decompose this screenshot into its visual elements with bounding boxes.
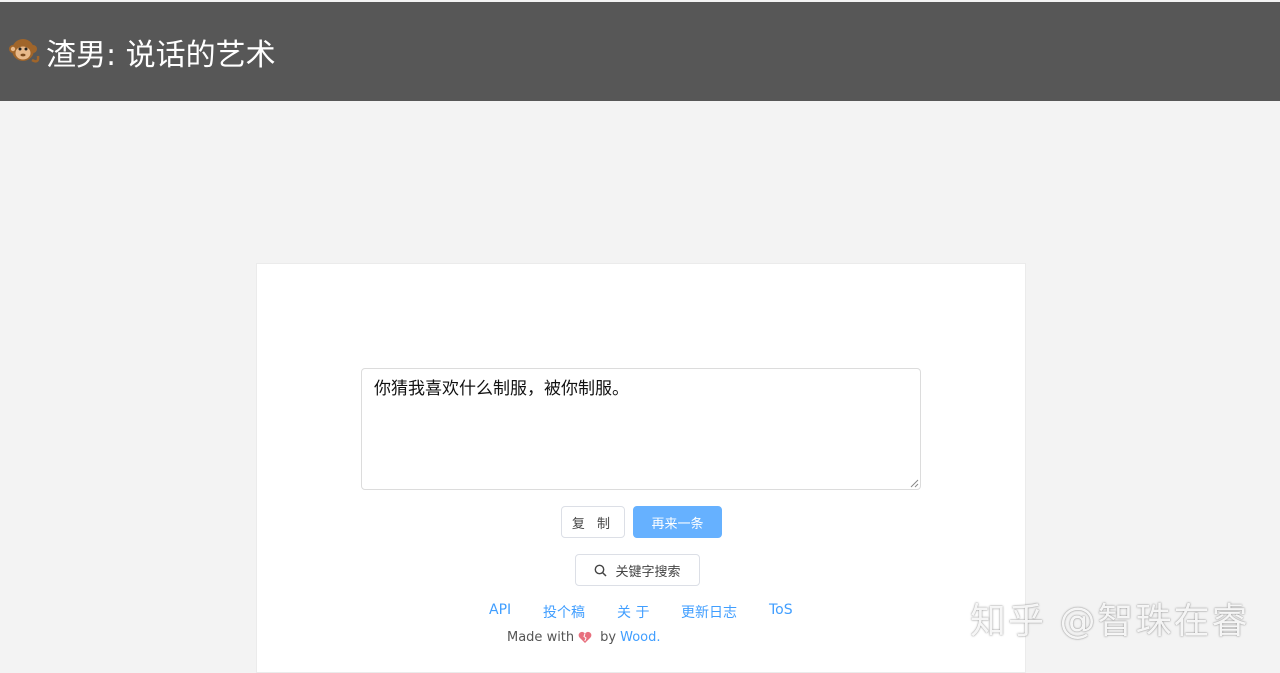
author-link[interactable]: Wood. xyxy=(620,630,660,645)
app-header: 渣男: 说话的艺术 xyxy=(0,2,1280,101)
link-submit[interactable]: 投个稿 xyxy=(543,602,585,622)
footer-links: API 投个稿 关 于 更新日志 ToS xyxy=(257,602,1027,622)
link-about[interactable]: 关 于 xyxy=(617,602,649,622)
link-tos[interactable]: ToS xyxy=(769,602,793,618)
search-icon xyxy=(595,564,608,577)
watermark: 知乎 @智珠在睿 xyxy=(970,601,1250,642)
link-changelog[interactable]: 更新日志 xyxy=(681,602,737,622)
keyword-search-button[interactable]: 关键字搜索 xyxy=(575,554,700,586)
made-with-label: Made with xyxy=(507,630,575,645)
broken-heart-icon xyxy=(578,631,592,643)
copy-button-label: 复 制 xyxy=(571,516,615,532)
quote-textarea[interactable]: 你猜我喜欢什么制服，被你制服。 xyxy=(361,368,921,490)
keyword-search-label: 关键字搜索 xyxy=(615,564,681,580)
next-quote-button-label: 再来一条 xyxy=(651,516,704,532)
link-api[interactable]: API xyxy=(489,602,511,618)
made-with-credit: Made with by Wood. xyxy=(507,630,661,645)
next-quote-button[interactable]: 再来一条 xyxy=(633,506,722,538)
quote-card: 你猜我喜欢什么制服，被你制服。 复 制 再来一条 关键字搜索 API 投个稿 关… xyxy=(256,263,1026,673)
monkey-icon xyxy=(9,38,40,63)
page-title: 渣男: 说话的艺术 xyxy=(46,37,276,73)
by-label: by xyxy=(600,630,617,645)
resize-grip-icon[interactable] xyxy=(909,478,919,488)
copy-button[interactable]: 复 制 xyxy=(561,506,625,538)
